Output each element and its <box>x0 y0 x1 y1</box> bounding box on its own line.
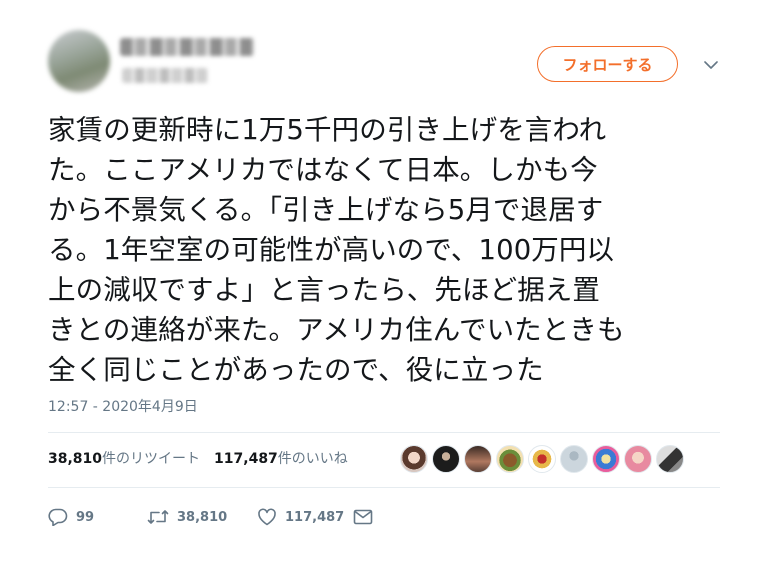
reply-icon <box>48 508 68 526</box>
direct-message-button[interactable] <box>353 509 373 525</box>
tweet-text-line: 全く同じことがあったので、役に立った <box>48 354 544 386</box>
follow-button[interactable]: フォローする <box>537 46 678 82</box>
liker-avatar[interactable] <box>528 445 556 473</box>
like-stat-count: 117,487 <box>214 451 278 467</box>
tweet-text-line: た。ここアメリカではなくて日本。しかも今 <box>48 154 598 186</box>
tweet-text-line: から不景気くる。「引き上げなら5月で退居す <box>48 194 604 226</box>
divider <box>48 432 720 433</box>
tweet-text: 家賃の更新時に1万5千円の引き上げを言われ た。ここアメリカではなくて日本。しかも… <box>48 110 738 390</box>
retweet-stat-count: 38,810 <box>48 451 103 467</box>
tweet-text-line: 上の減収ですよ」と言ったら、先ほど据え置 <box>48 274 600 306</box>
like-stat[interactable]: 117,487件のいいね <box>214 448 348 468</box>
reply-count: 99 <box>76 509 95 525</box>
liker-avatar[interactable] <box>656 445 684 473</box>
avatar[interactable] <box>48 30 110 92</box>
like-stat-label: 件のいいね <box>277 451 348 467</box>
retweet-stat[interactable]: 38,810件のリツイート <box>48 448 200 468</box>
display-name-blurred[interactable] <box>120 38 254 56</box>
reply-button[interactable]: 99 <box>48 508 147 526</box>
engagement-stats: 38,810件のリツイート 117,487件のいいね <box>48 448 348 468</box>
envelope-icon <box>353 509 373 525</box>
liker-avatar[interactable] <box>624 445 652 473</box>
tweet-text-line: る。1年空室の可能性が高いので、100万円以 <box>48 234 615 266</box>
tweet-text-line: きとの連絡が来た。アメリカ住んでいたときも <box>48 314 625 346</box>
liker-avatar[interactable] <box>432 445 460 473</box>
liker-avatar[interactable] <box>560 445 588 473</box>
heart-icon <box>257 508 277 526</box>
chevron-down-icon[interactable] <box>700 54 722 76</box>
tweet-actions: 99 38,810 117,487 <box>48 505 373 529</box>
liker-avatar[interactable] <box>592 445 620 473</box>
username-blurred[interactable] <box>122 68 208 83</box>
tweet-timestamp[interactable]: 12:57 - 2020年4月9日 <box>48 396 198 416</box>
retweet-stat-label: 件のリツイート <box>102 451 201 467</box>
divider <box>48 487 720 488</box>
liker-avatar[interactable] <box>400 445 428 473</box>
liker-avatar[interactable] <box>496 445 524 473</box>
liker-avatars <box>400 445 684 473</box>
tweet-text-line: 家賃の更新時に1万5千円の引き上げを言われ <box>48 114 607 146</box>
retweet-icon <box>147 509 169 525</box>
like-button[interactable]: 117,487 <box>257 508 353 526</box>
retweet-count: 38,810 <box>177 509 228 525</box>
like-count: 117,487 <box>285 509 345 525</box>
liker-avatar[interactable] <box>464 445 492 473</box>
retweet-button[interactable]: 38,810 <box>147 509 257 525</box>
